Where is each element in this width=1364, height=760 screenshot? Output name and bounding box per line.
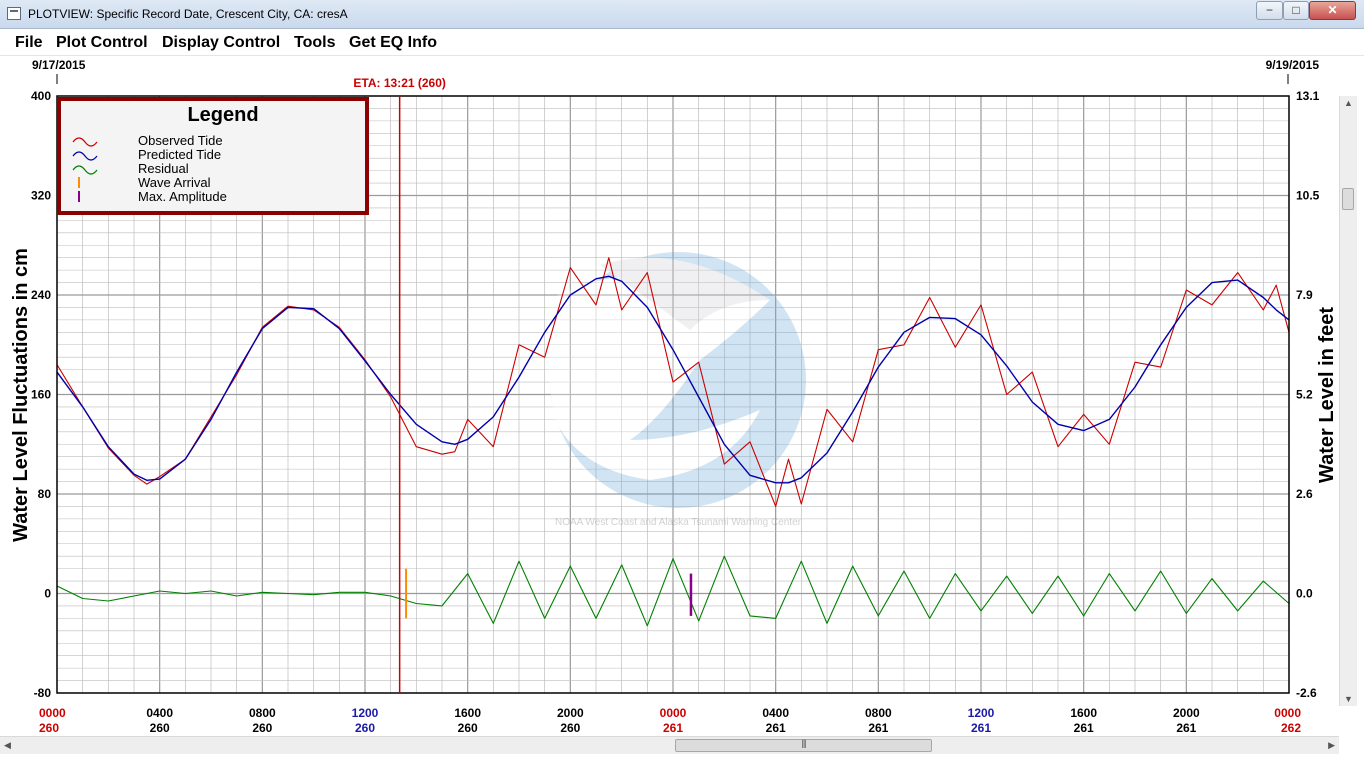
y-tick-right: 5.2 [1296,388,1313,402]
menu-file[interactable]: File [15,34,43,52]
scroll-up-icon[interactable]: ▲ [1344,98,1353,108]
x-tick-time: 0400 [146,706,173,720]
menu-plot-control[interactable]: Plot Control [56,34,148,52]
date-start: 9/17/2015 [32,58,86,72]
x-tick-time: 0800 [249,706,276,720]
y-tick-left: 320 [31,189,51,203]
y-axis-left-title: Water Level Fluctuations in cm [10,248,32,542]
x-tick-day: 260 [458,721,478,735]
scroll-left-icon[interactable]: ◀ [4,740,11,751]
maximize-button[interactable]: □ [1283,1,1309,20]
window-title: PLOTVIEW: Specific Record Date, Crescent… [28,7,348,21]
x-tick-day: 260 [39,721,59,735]
x-tick-day: 261 [663,721,683,735]
x-tick-day: 261 [1176,721,1196,735]
horizontal-scroll-thumb[interactable] [675,738,932,752]
x-tick-time: 0400 [762,706,789,720]
x-tick-day: 260 [150,721,170,735]
x-tick-day: 261 [868,721,888,735]
x-tick-day: 260 [252,721,272,735]
x-tick-time: 1600 [1070,706,1097,720]
minimize-icon: − [1265,3,1273,17]
legend-label-observed: Observed Tide [138,133,223,148]
legend-title: Legend [187,104,258,126]
y-tick-left: 80 [38,487,52,501]
y-tick-left: 240 [31,288,51,302]
x-tick-day: 261 [1074,721,1094,735]
x-tick-time: 2000 [1173,706,1200,720]
date-end: 9/19/2015 [1266,58,1320,72]
legend-label-predicted: Predicted Tide [138,147,221,162]
x-tick-day: 261 [971,721,991,735]
y-tick-left: 160 [31,388,51,402]
y-tick-left: 400 [31,89,51,103]
x-tick-time: 0000 [660,706,687,720]
eta-label: ETA: 13:21 (260) [353,76,445,90]
x-tick-time: 0000 [1274,706,1301,720]
legend-label-residual: Residual [138,161,189,176]
x-tick-day: 262 [1281,721,1301,735]
x-tick-day: 260 [355,721,375,735]
menu-display-control[interactable]: Display Control [162,34,280,52]
x-tick-time: 0800 [865,706,892,720]
y-tick-right: 10.5 [1296,189,1320,203]
window-title-bar: PLOTVIEW: Specific Record Date, Crescent… [0,0,1364,29]
scroll-right-icon[interactable]: ▶ [1328,740,1335,751]
menu-bar: File Plot Control Display Control Tools … [0,29,1364,56]
close-button[interactable]: ✕ [1309,1,1356,20]
legend: Legend Observed Tide Predicted Tide Resi… [57,97,369,215]
menu-tools[interactable]: Tools [294,34,335,52]
x-tick-day: 261 [766,721,786,735]
app-icon [7,7,21,20]
x-tick-time: 1600 [454,706,481,720]
y-tick-left: 0 [44,587,51,601]
maximize-icon: □ [1292,3,1300,17]
y-tick-right: 7.9 [1296,288,1313,302]
y-tick-left: -80 [34,686,52,700]
y-tick-right: 2.6 [1296,487,1313,501]
watermark-text: NOAA West Coast and Alaska Tsunami Warni… [555,517,802,528]
x-tick-time: 2000 [557,706,584,720]
legend-label-wave-arrival: Wave Arrival [138,175,211,190]
y-tick-right: -2.6 [1296,686,1317,700]
scroll-down-icon[interactable]: ▼ [1344,694,1353,704]
x-tick-time: 1200 [352,706,379,720]
x-tick-time: 1200 [968,706,995,720]
vertical-scrollbar[interactable]: ▲ ▼ [1339,96,1357,706]
minimize-button[interactable]: − [1256,1,1283,20]
menu-get-eq-info[interactable]: Get EQ Info [349,34,437,52]
y-tick-right: 13.1 [1296,89,1320,103]
vertical-scroll-thumb[interactable] [1342,188,1354,210]
x-tick-time: 0000 [39,706,66,720]
close-icon: ✕ [1327,3,1338,17]
y-axis-right-title: Water Level in feet [1316,307,1338,483]
tide-chart: NOAA West Coast and Alaska Tsunami Warni… [10,58,1338,735]
x-tick-day: 260 [560,721,580,735]
legend-label-max-amplitude: Max. Amplitude [138,189,227,204]
y-tick-right: 0.0 [1296,587,1313,601]
horizontal-scrollbar[interactable]: ◀ ▶ [0,736,1339,754]
